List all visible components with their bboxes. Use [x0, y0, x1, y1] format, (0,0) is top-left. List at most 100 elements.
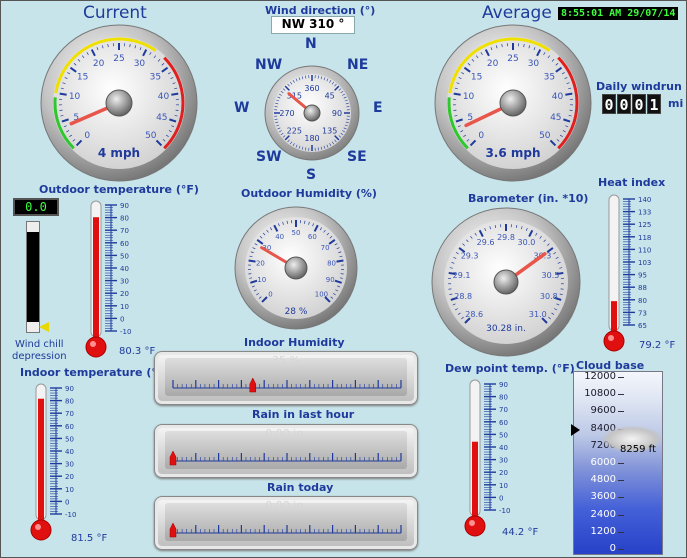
gauge-tick	[453, 92, 461, 96]
thermometer-label: 30	[65, 461, 74, 469]
indoor-humidity-gauge: 35 %	[154, 351, 418, 405]
thermometer-mercury	[38, 398, 44, 524]
thermometer-label: 30	[499, 457, 508, 465]
wind-dial-label: 225	[287, 127, 302, 136]
gauge-label: 30	[528, 59, 540, 69]
cloud-base-scale: 1200010800960084007200600048003600240012…	[573, 371, 663, 555]
cloud-base-tick	[618, 411, 624, 413]
wind-dial-label: 90	[332, 109, 342, 118]
thermometer-label: 40	[120, 265, 129, 273]
thermometer-label: 10	[120, 303, 129, 311]
thermometer-bulb	[85, 336, 107, 358]
gauge-label: 35	[544, 73, 555, 83]
wind-dial-label: 270	[279, 109, 294, 118]
thermometer-mercury	[93, 217, 99, 341]
cloud-base-label: 9600	[590, 405, 616, 417]
average-speed-gauge: 05101520 25 3035404550 3.6 mph	[434, 24, 592, 182]
compass-n: N	[305, 36, 317, 52]
thermometer-label: 103	[638, 259, 651, 267]
thermometer-label: 10	[499, 482, 508, 490]
gauge-label: 45	[156, 113, 167, 123]
gauge-tick	[59, 92, 67, 96]
wind-chill-bar	[26, 221, 40, 333]
thermometer-label: 20	[65, 473, 74, 481]
cloud-base-label: 10800	[584, 388, 616, 400]
cloud-base-tick	[618, 377, 624, 378]
thermometer-label: 90	[120, 202, 129, 210]
dew-point-thermometer: 90 80 70 60 50 40 30 20 10 0 -10	[464, 379, 510, 537]
thermometer-label: -10	[120, 328, 131, 336]
wind-chill-display: 0.0	[13, 198, 59, 216]
indoor-humidity-value: 35 %	[272, 354, 300, 367]
thermometer-label: 70	[120, 227, 129, 235]
gauge-label: 50	[539, 131, 551, 141]
thermometer-label: 80	[65, 398, 74, 406]
barometer-gauge: 28.628.829.129.329.629.830.030.330.530.8…	[431, 207, 581, 357]
thermometer-label: 125	[638, 221, 651, 229]
gauge-label: 20	[256, 259, 265, 267]
gauge-label: 20	[487, 59, 499, 69]
thermometer-label: 30	[120, 278, 129, 286]
gauge-label: 30	[134, 59, 146, 69]
cloud-base-tick	[618, 549, 624, 550]
cloud-base-label: 1200	[590, 525, 616, 537]
wind-direction-readout: NW 310 °	[271, 16, 355, 34]
indoor-temperature-thermometer: 90 80 70 60 50 40 30 20 10 0 -10	[30, 383, 76, 541]
thermometer-bulb	[603, 330, 625, 352]
wind-dial-label: 180	[304, 134, 319, 143]
thermometer-label: 80	[120, 215, 129, 223]
gauge-label: 45	[550, 113, 561, 123]
cloud-base-label: 12000	[584, 371, 616, 382]
gauge-label: 35	[150, 73, 161, 83]
thermometer-label: 10	[65, 486, 74, 494]
wind-direction-dial: 3604590135180225270315	[264, 65, 360, 161]
windrun-digit: 0	[602, 94, 616, 114]
scale-pointer	[249, 377, 257, 393]
thermometer-label: 65	[638, 322, 647, 330]
gauge-label: 80	[327, 259, 336, 267]
thermometer-label: 73	[638, 309, 647, 317]
outdoor-temp-value: 80.3 °F	[119, 346, 156, 357]
windrun-unit: mi	[668, 97, 684, 110]
cloud-base-label: 0	[609, 543, 616, 554]
thermometer-mercury	[611, 301, 617, 335]
indoor-humidity-title: Indoor Humidity	[244, 336, 345, 349]
gauge-label: 29.3	[461, 252, 479, 261]
compass-w: W	[234, 100, 250, 116]
thermometer-label: 80	[638, 297, 647, 305]
cloud-base-pointer-icon	[571, 423, 580, 436]
cloud-base-tick	[618, 514, 624, 516]
wind-dial-hub	[303, 104, 321, 122]
windrun-title: Daily windrun	[596, 80, 682, 93]
thermometer-label: 90	[65, 385, 74, 393]
thermometer-bulb-highlight	[608, 335, 614, 341]
gauge-label: 40	[158, 92, 170, 102]
gauge-label: 29.1	[453, 271, 471, 280]
outdoor-humidity-title: Outdoor Humidity (%)	[241, 187, 377, 200]
cloud-base-tick	[618, 531, 624, 533]
gauge-label: 10	[463, 92, 475, 102]
thermometer-label: 110	[638, 246, 651, 254]
cloud-base-label: 2400	[590, 508, 616, 520]
thermometer-label: 95	[638, 272, 647, 280]
gauge-label: 90	[326, 276, 335, 284]
thermometer-label: 88	[638, 284, 647, 292]
gauge-tick	[336, 259, 344, 263]
average-title: Average	[482, 3, 552, 23]
thermometer-label: -10	[65, 511, 76, 519]
current-speed-gauge: 05101520 25 3035404550 4 mph	[40, 24, 198, 182]
wind-dial-label: 135	[322, 127, 337, 136]
scale-pointer	[169, 522, 177, 538]
thermometer-label: 70	[499, 406, 508, 414]
thermometer-label: 70	[65, 410, 74, 418]
gauge-label: 30.0	[518, 238, 536, 247]
barometer-title: Barometer (in. *10)	[468, 192, 589, 205]
gauge-label: 30.8	[540, 292, 558, 301]
gauge-label: 10	[69, 92, 81, 102]
windrun-digit: 0	[617, 94, 631, 114]
gauge-label: 40	[552, 92, 564, 102]
thermometer-bulb-highlight	[35, 524, 41, 530]
thermometer-label: 60	[65, 423, 74, 431]
thermometer-mercury	[472, 441, 478, 520]
cloud-base-label: 6000	[590, 457, 616, 468]
